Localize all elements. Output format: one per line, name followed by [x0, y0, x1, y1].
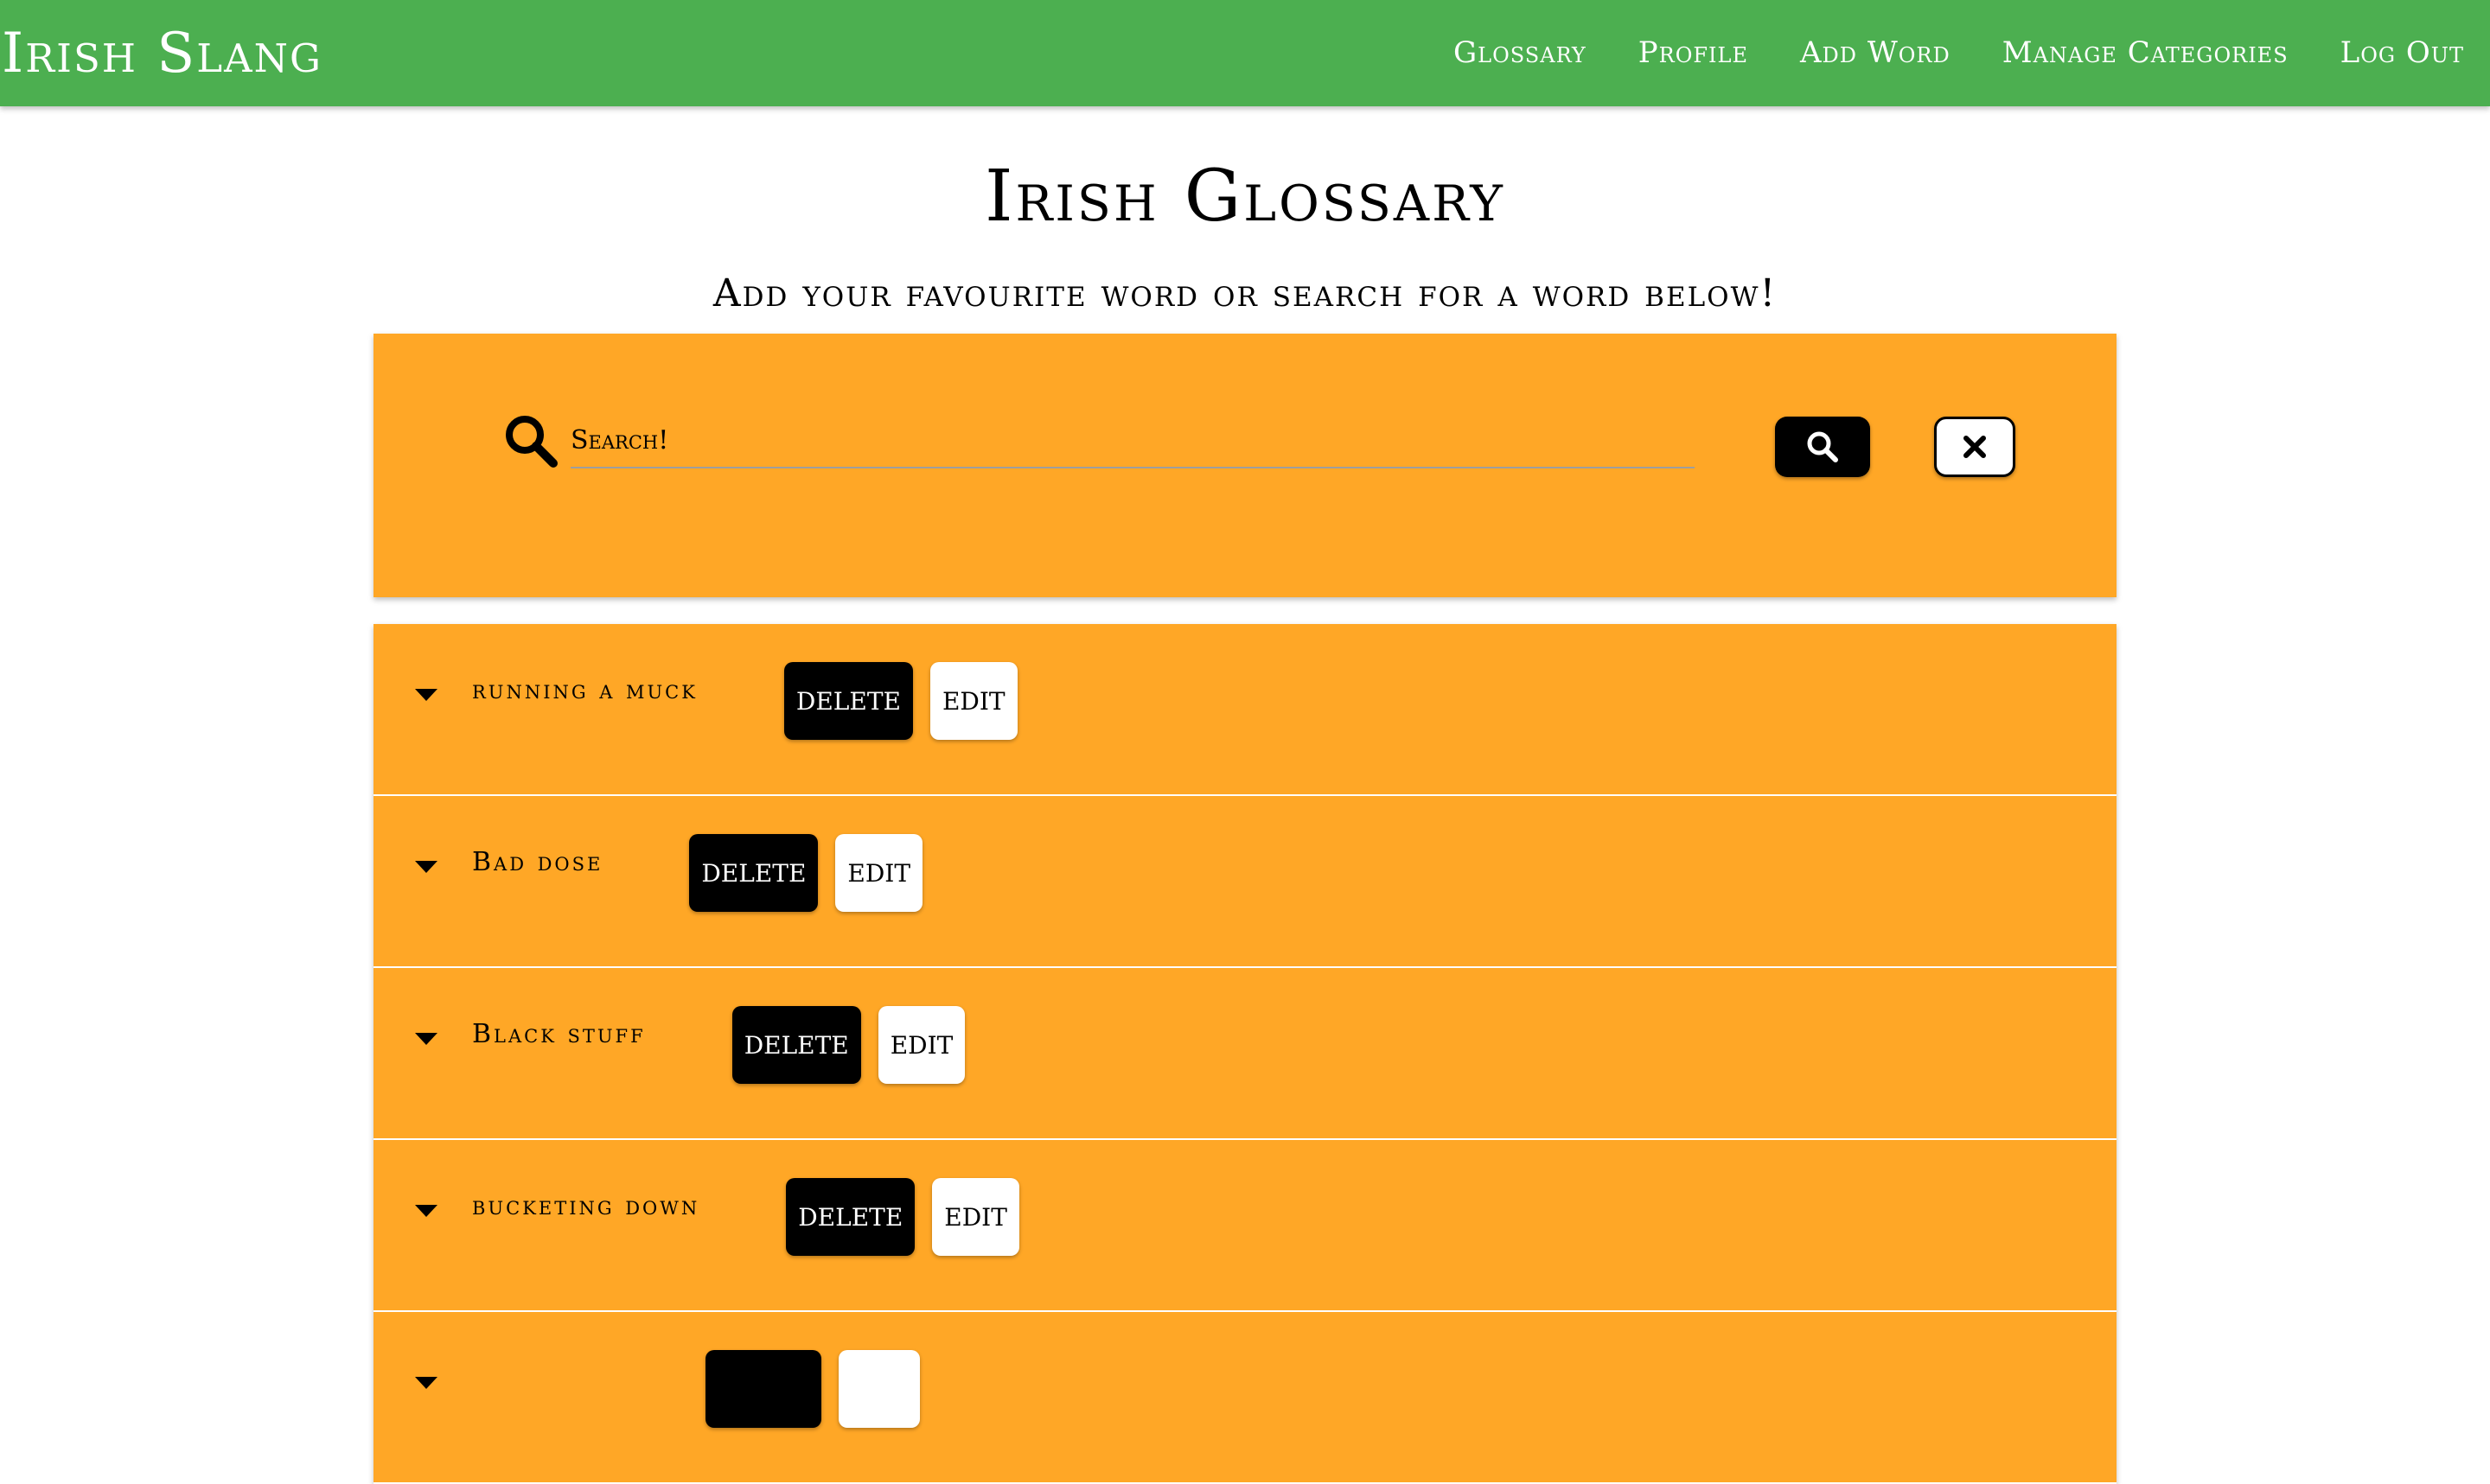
row-actions: DELETE EDIT [689, 834, 923, 912]
word-row[interactable]: running a muck DELETE EDIT [374, 624, 2116, 796]
caret-down-icon[interactable] [413, 858, 439, 876]
caret-down-icon[interactable] [413, 1374, 439, 1392]
top-navbar: Irish Slang Glossary Profile Add Word Ma… [0, 0, 2490, 106]
word-term[interactable]: bucketing down [472, 1185, 699, 1228]
nav-link-profile[interactable]: Profile [1638, 31, 1748, 74]
search-input[interactable] [571, 413, 1695, 468]
caret-down-icon[interactable] [413, 1030, 439, 1048]
brand-logo-text[interactable]: Irish Slang [2, 19, 322, 88]
row-actions: DELETE EDIT [786, 1178, 1019, 1256]
delete-button[interactable]: DELETE [783, 662, 913, 740]
edit-button[interactable]: EDIT [932, 1178, 1019, 1256]
word-term[interactable]: Bad dose [472, 841, 603, 884]
search-card [374, 334, 2116, 597]
word-term[interactable]: running a muck [472, 669, 698, 712]
caret-down-icon[interactable] [413, 1202, 439, 1220]
row-actions: DELETE EDIT [783, 662, 1018, 740]
delete-button[interactable]: DELETE [786, 1178, 916, 1256]
page-subtitle: Add your favourite word or search for a … [712, 271, 1778, 315]
row-actions [706, 1350, 920, 1428]
word-row[interactable]: bucketing down DELETE EDIT [374, 1140, 2116, 1312]
nav-link-add-word[interactable]: Add Word [1800, 31, 1950, 74]
search-button[interactable] [1775, 417, 1870, 477]
delete-button[interactable] [706, 1350, 821, 1428]
edit-button[interactable]: EDIT [878, 1006, 966, 1084]
nav-link-manage-categories[interactable]: Manage Categories [2002, 31, 2289, 74]
word-row[interactable]: Bad dose DELETE EDIT [374, 796, 2116, 968]
edit-button[interactable] [839, 1350, 920, 1428]
delete-button[interactable]: DELETE [731, 1006, 861, 1084]
nav-links: Glossary Profile Add Word Manage Categor… [1453, 31, 2464, 74]
nav-link-glossary[interactable]: Glossary [1453, 31, 1587, 74]
search-icon [503, 413, 559, 468]
page-title: Irish Glossary [985, 156, 1505, 238]
caret-down-icon[interactable] [413, 686, 439, 704]
edit-button[interactable]: EDIT [835, 834, 923, 912]
word-term[interactable]: Black stuff [472, 1013, 646, 1056]
nav-link-log-out[interactable]: Log Out [2340, 31, 2464, 74]
word-list: running a muck DELETE EDIT Bad dose DELE… [374, 624, 2116, 1484]
word-row[interactable] [374, 1312, 2116, 1484]
edit-button[interactable]: EDIT [929, 662, 1018, 740]
row-actions: DELETE EDIT [731, 1006, 966, 1084]
clear-search-button[interactable] [1934, 417, 2015, 477]
delete-button[interactable]: DELETE [689, 834, 819, 912]
word-row[interactable]: Black stuff DELETE EDIT [374, 968, 2116, 1140]
